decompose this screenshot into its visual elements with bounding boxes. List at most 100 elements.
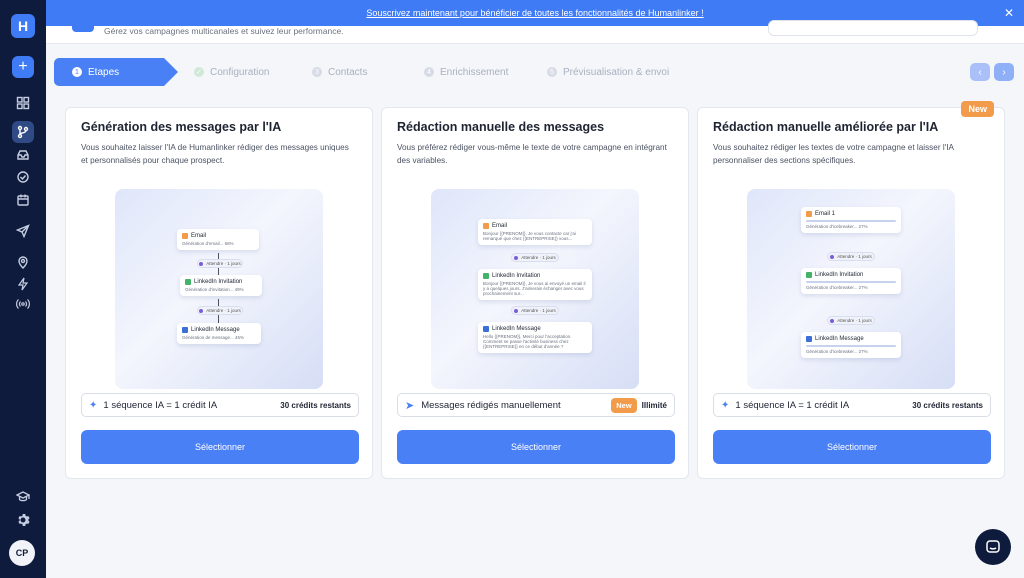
illus-step-sub: Génération de message... 45%: [182, 335, 245, 340]
bolt-icon[interactable]: [12, 273, 34, 295]
illus-step-title: Email: [492, 223, 508, 229]
broadcast-icon[interactable]: [12, 293, 34, 315]
step-number: 5: [547, 67, 557, 77]
step-label: Prévisualisation & envoi: [563, 66, 670, 78]
illus-wait-pill: Attendre · 1 jours: [197, 259, 243, 268]
new-campaign-button[interactable]: +: [12, 56, 34, 78]
illus-step-title: Email 1: [815, 211, 836, 217]
linkedin-invitation-icon: [806, 272, 812, 278]
graduation-cap-icon[interactable]: [12, 486, 34, 508]
chat-support-button[interactable]: [975, 529, 1011, 565]
calendar-icon[interactable]: [12, 189, 34, 211]
chat-icon: [986, 540, 1000, 553]
select-button[interactable]: Sélectionner: [81, 430, 359, 464]
send-icon: ➤: [405, 399, 415, 412]
send-icon[interactable]: [12, 220, 34, 242]
illus-wait-pill: Attendre · 1 jours: [827, 252, 875, 261]
linkedin-invitation-icon: [185, 279, 191, 285]
email-icon: [483, 223, 489, 229]
step-navigation: ‹ ›: [970, 63, 1014, 81]
card-description: Vous souhaitez rédiger les textes de vot…: [713, 143, 954, 165]
illus-step-title: Email: [191, 233, 207, 239]
card-description: Vous souhaitez laisser l'IA de Humanlink…: [81, 143, 349, 165]
illus-step-title: LinkedIn Invitation: [492, 273, 541, 279]
step-configuration[interactable]: ✓ Configuration: [176, 58, 269, 86]
illus-step-card: LinkedIn Message Génération d'icebreaker…: [801, 332, 901, 358]
illus-step-card: LinkedIn Invitation Bonjour {{PRENOM}}, …: [478, 269, 592, 300]
check-circle-icon[interactable]: [12, 166, 34, 188]
header-icon-button[interactable]: [72, 20, 94, 32]
gear-icon[interactable]: [12, 509, 34, 531]
step-enrichissement[interactable]: 4 Enrichissement: [406, 58, 508, 86]
illus-step-sub: Génération d'icebreaker... 27%: [806, 224, 868, 229]
step-label: Enrichissement: [440, 66, 509, 78]
credits-remaining: 30 crédits restants: [280, 400, 351, 410]
branch-icon[interactable]: [12, 121, 34, 143]
step-label: Contacts: [328, 66, 368, 78]
chevron-right-icon[interactable]: ›: [994, 63, 1014, 81]
card-ai-generation[interactable]: Génération des messages par l'IA Vous so…: [65, 107, 373, 479]
ai-credit-info: ✦ 1 séquence IA = 1 crédit IA 30 crédits…: [713, 393, 991, 417]
info-text: 1 séquence IA = 1 crédit IA: [103, 399, 218, 411]
email-icon: [182, 233, 188, 239]
illus-step-card: LinkedIn Message Hello {{PRENOM}}, Merci…: [478, 322, 592, 353]
illus-step-title: LinkedIn Invitation: [194, 279, 243, 285]
info-text: Messages rédigés manuellement: [421, 399, 561, 411]
illus-wait-pill: Attendre · 1 jours: [197, 306, 243, 315]
search-input[interactable]: [768, 20, 978, 36]
step-etapes[interactable]: 1 Etapes: [54, 58, 178, 86]
illus-wait-pill: Attendre · 1 jours: [827, 316, 875, 325]
illus-step-sub: Génération d'invitation... 49%: [185, 287, 244, 292]
illus-step-sub: Hello {{PRENOM}}, Merci pour l'acceptati…: [483, 334, 572, 349]
map-pin-icon[interactable]: [12, 251, 34, 273]
sequence-illustration: Email 1 Génération d'icebreaker... 27% A…: [747, 189, 955, 389]
illus-step-card: LinkedIn Invitation Génération d'icebrea…: [801, 268, 901, 294]
card-description: Vous préférez rédiger vous-même le texte…: [397, 143, 667, 165]
step-number: 1: [72, 67, 82, 77]
illus-step-card: LinkedIn Message Génération de message..…: [177, 323, 261, 344]
linkedin-message-icon: [182, 327, 188, 333]
card-title: Rédaction manuelle des messages: [397, 120, 605, 134]
step-previsualisation[interactable]: 5 Prévisualisation & envoi: [529, 58, 669, 86]
ai-credit-info: ✦ 1 séquence IA = 1 crédit IA 30 crédits…: [81, 393, 359, 417]
stepper: 1 Etapes ✓ Configuration 3 Contacts 4 En…: [54, 58, 914, 86]
humanlinker-logo[interactable]: H: [11, 14, 35, 38]
page-subtitle: Gérez vos campagnes multicanales et suiv…: [104, 26, 344, 36]
chevron-left-icon[interactable]: ‹: [970, 63, 990, 81]
info-text: 1 séquence IA = 1 crédit IA: [735, 399, 850, 411]
illus-wait-pill: Attendre · 1 jours: [511, 253, 559, 262]
illus-step-card: Email Génération d'email... 68%: [177, 229, 259, 250]
illus-step-sub: Génération d'icebreaker... 27%: [806, 349, 868, 354]
email-icon: [806, 211, 812, 217]
illus-step-title: LinkedIn Message: [815, 336, 864, 342]
sparkle-icon: ✦: [89, 399, 98, 411]
card-manual-writing[interactable]: Rédaction manuelle des messages Vous pré…: [381, 107, 689, 479]
illus-step-sub: Génération d'email... 68%: [182, 241, 234, 246]
manual-info: ➤ Messages rédigés manuellement New Illi…: [397, 393, 675, 417]
illus-step-card: Email 1 Génération d'icebreaker... 27%: [801, 207, 901, 233]
grid-icon[interactable]: [12, 92, 34, 114]
step-contacts[interactable]: 3 Contacts: [294, 58, 367, 86]
illus-step-sub: Bonjour {{PRENOM}}, Je vous ai envoyé un…: [483, 281, 586, 296]
linkedin-message-icon: [806, 336, 812, 342]
illus-step-card: Email Bonjour {{PRENOM}}, Je vous contac…: [478, 219, 592, 245]
user-avatar[interactable]: CP: [9, 540, 35, 566]
upgrade-link[interactable]: Souscrivez maintenant pour bénéficier de…: [366, 8, 703, 18]
step-label: Configuration: [210, 66, 270, 78]
illus-step-title: LinkedIn Message: [492, 326, 541, 332]
inbox-icon[interactable]: [12, 144, 34, 166]
card-title: Génération des messages par l'IA: [81, 120, 282, 134]
step-number: 3: [312, 67, 322, 77]
select-button[interactable]: Sélectionner: [397, 430, 675, 464]
close-icon[interactable]: ✕: [1004, 6, 1014, 20]
illus-wait-pill: Attendre · 1 jours: [511, 306, 559, 315]
new-badge: New: [961, 101, 994, 117]
check-icon: ✓: [194, 67, 204, 77]
illus-step-sub: Bonjour {{PRENOM}}, Je vous contacte car…: [483, 231, 576, 241]
sequence-illustration: Email Génération d'email... 68% Attendre…: [115, 189, 323, 389]
credits-remaining: 30 crédits restants: [912, 400, 983, 410]
step-label: Etapes: [88, 66, 120, 78]
card-manual-ai-enhanced[interactable]: New Rédaction manuelle améliorée par l'I…: [697, 101, 1005, 479]
limit-label: Illimité: [641, 400, 667, 410]
select-button[interactable]: Sélectionner: [713, 430, 991, 464]
